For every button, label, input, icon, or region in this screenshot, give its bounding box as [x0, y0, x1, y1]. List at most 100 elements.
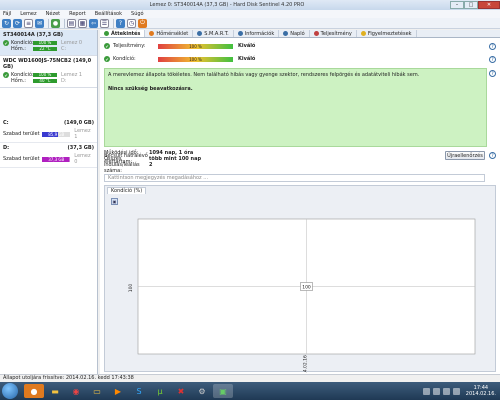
window-title: Lemez 0: ST340014A (37,3 GB) - Hard Disk… — [149, 2, 305, 8]
y-axis-label: 100 — [128, 284, 134, 293]
clock[interactable]: 17:44 2014.02.16. — [466, 385, 496, 397]
explorer-icon[interactable]: ▬ — [45, 384, 65, 398]
skype-icon[interactable]: S — [129, 384, 149, 398]
refresh-icon[interactable]: ↻ — [2, 18, 11, 28]
tab-smart[interactable]: S.M.A.R.T. — [193, 30, 234, 37]
condition-chart: 100 100 2014.02.16 — [128, 218, 476, 373]
send-report-icon[interactable]: ✉ — [35, 18, 44, 28]
start-button[interactable] — [2, 383, 18, 399]
check-icon: ✔ — [104, 43, 110, 49]
condition-message: A merevlemez állapota tökéletes. Nem tal… — [108, 72, 420, 78]
utorrent-icon[interactable]: µ — [150, 384, 170, 398]
chrome-icon[interactable]: ◉ — [66, 384, 86, 398]
tab-label: Információk — [244, 30, 275, 37]
menu-settings[interactable]: Beállítások — [95, 11, 122, 17]
list-icon[interactable]: ☰ — [100, 18, 109, 28]
status-bar: Állapot utoljára frissítve: 2014.02.16. … — [0, 374, 500, 382]
volume-name: D: — [3, 145, 10, 151]
volume-item-d[interactable]: D: (37,3 GB) Szabad terület 37,3 GB Leme… — [0, 143, 97, 168]
volume-disk: Lemez 0 — [74, 153, 91, 165]
maximize-icon[interactable]: □ — [464, 1, 478, 9]
log-icon — [283, 31, 289, 36]
condition-row: ✔ Kondíció: 100 % Kiváló — [104, 55, 255, 63]
toolbar-separator — [48, 18, 49, 28]
tab-label: Figyelmeztetések — [367, 30, 412, 37]
menu-help[interactable]: Súgó — [131, 11, 144, 17]
info-key: Összes indulás/leállás száma: — [104, 156, 140, 174]
tab-alerts[interactable]: Figyelmeztetések — [357, 30, 417, 37]
volume-header: C: (149,0 GB) — [3, 120, 94, 126]
tab-label: Teljesítmény — [320, 30, 352, 37]
tab-log[interactable]: Napló — [279, 30, 310, 37]
volume-icon[interactable] — [452, 387, 460, 395]
firefox-icon[interactable]: ● — [24, 384, 44, 398]
info-icon — [237, 31, 243, 36]
hdsentinel-taskbar-icon[interactable]: ▣ — [213, 384, 233, 398]
tab-label: S.M.A.R.T. — [204, 30, 229, 37]
document-icon[interactable]: ▤ — [67, 18, 76, 28]
free-space-label: Szabad terület — [3, 156, 40, 162]
menu-view[interactable]: Nézet — [46, 11, 60, 17]
menu-disk[interactable]: Lemez — [20, 11, 36, 17]
window-titlebar: Lemez 0: ST340014A (37,3 GB) - Hard Disk… — [0, 0, 500, 10]
help-icon[interactable]: ? — [489, 152, 496, 159]
tab-information[interactable]: Információk — [234, 30, 280, 37]
performance-bar: 100 % — [158, 43, 233, 49]
toolbar-separator — [113, 18, 114, 28]
disk-item-1[interactable]: WDC WD1600JS-75NCB2 (149,0 GB) ✔ Kondíci… — [0, 56, 97, 88]
settings-icon[interactable]: ⚙ — [192, 384, 212, 398]
help-icon[interactable]: ? — [489, 70, 496, 77]
free-space-bar: 37,3 GB — [42, 156, 71, 162]
help-icon[interactable]: ? — [489, 43, 496, 50]
preferences-icon[interactable]: ▦ — [78, 18, 87, 28]
volume-size: (37,3 GB) — [67, 145, 94, 151]
back-icon[interactable]: ⇦ — [89, 18, 98, 28]
disk-tools-icon[interactable]: ● — [51, 18, 60, 28]
media-player-icon[interactable]: ▶ — [108, 384, 128, 398]
info-row: Összes indulás/leállás száma: 2 — [104, 156, 487, 174]
disk-item-0[interactable]: ST340014A (37,3 GB) ✔ Kondíció: 100 % Le… — [0, 30, 97, 56]
close-icon[interactable]: ✕ — [478, 1, 500, 9]
x-tick-label: 2014.02.16 — [303, 355, 309, 373]
tool-icon[interactable]: ✖ — [171, 384, 191, 398]
drive-letter: C: — [61, 46, 67, 52]
info-value: több mint 100 nap — [149, 156, 202, 162]
network-icon[interactable] — [442, 387, 450, 395]
volume-item-c[interactable]: C: (149,0 GB) Szabad terület 85,9 GB Lem… — [0, 118, 97, 143]
tab-overview[interactable]: Áttekintés — [100, 30, 146, 37]
tray-icon[interactable] — [432, 387, 440, 395]
free-space-label: Szabad terület — [3, 131, 40, 137]
minimize-icon[interactable]: – — [450, 1, 464, 9]
tab-temperature[interactable]: Hőmérséklet — [145, 30, 194, 37]
condition-status: Kiváló — [238, 56, 256, 62]
report-icon[interactable]: ≡ — [24, 18, 33, 28]
folder-icon[interactable]: ▭ — [87, 384, 107, 398]
volume-free-row: Szabad terület 37,3 GB Lemez 0 — [3, 153, 94, 165]
data-label: 100 — [302, 285, 311, 291]
clock-icon[interactable]: ◷ — [127, 18, 136, 28]
recheck-button[interactable]: Újraellenőrzés — [445, 151, 485, 160]
temp-label: Hőm.: — [11, 46, 26, 52]
disk-temp-row: Hőm.: 40 °C D: — [3, 78, 94, 84]
tab-bar: Áttekintés Hőmérséklet S.M.A.R.T. Inform… — [100, 30, 500, 38]
temp-bar: 40 °C — [33, 79, 57, 83]
drive-letter: D: — [61, 78, 67, 84]
help-icon[interactable]: ? — [116, 18, 125, 28]
menu-file[interactable]: Fájl — [3, 11, 11, 17]
menu-report[interactable]: Report — [69, 11, 86, 17]
health-bar: 100 % — [33, 73, 57, 77]
disk-name: WDC WD1600JS-75NCB2 (149,0 GB) — [3, 58, 92, 70]
tab-performance[interactable]: Teljesítmény — [310, 30, 357, 37]
info-value: 2 — [149, 162, 153, 168]
volume-size: (149,0 GB) — [63, 120, 94, 126]
health-bar: 100 % — [33, 41, 57, 45]
help-icon[interactable]: ? — [489, 56, 496, 63]
free-space-bar: 85,9 GB — [42, 131, 71, 137]
tray-icon[interactable] — [422, 387, 430, 395]
comment-input[interactable]: Kattintson megjegyzés megadásához ... — [104, 174, 485, 182]
temp-label: Hőm.: — [11, 78, 26, 84]
exit-icon[interactable]: ⏻ — [138, 18, 147, 28]
refresh-all-icon[interactable]: ⟳ — [13, 18, 22, 28]
alert-icon — [360, 31, 366, 36]
volume-name: C: — [3, 120, 9, 126]
